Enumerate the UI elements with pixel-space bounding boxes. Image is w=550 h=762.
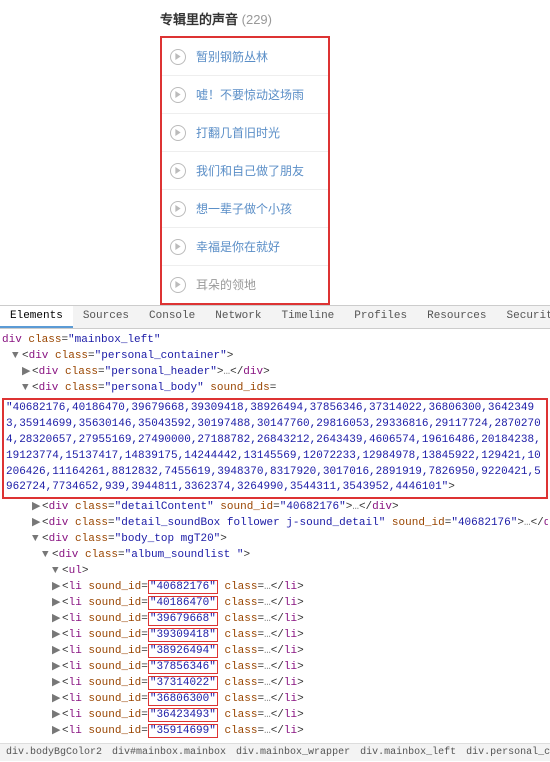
dom-node[interactable]: ▼<div class="personal_container">: [2, 349, 548, 365]
track-row[interactable]: 幸福是你在就好: [162, 228, 328, 266]
dom-node[interactable]: ▶<div class="detailContent" sound_id="40…: [2, 500, 548, 516]
track-row[interactable]: 嘘！不要惊动这场雨: [162, 76, 328, 114]
track-list-highlight: 暂别钢筋丛林 嘘！不要惊动这场雨 打翻几首旧时光 我们和自己做了朋友 想一辈子做…: [160, 36, 330, 305]
tab-console[interactable]: Console: [139, 306, 205, 328]
breadcrumb-item[interactable]: div.personal_container: [466, 747, 550, 758]
play-icon[interactable]: [170, 125, 186, 141]
section-count: (229): [242, 12, 272, 27]
sound-ids-value: "40682176,40186470,39679668,39309418,389…: [6, 402, 541, 494]
dom-node-li[interactable]: ▶<li sound_id="36423493" class=…</li>: [2, 708, 548, 724]
tab-timeline[interactable]: Timeline: [271, 306, 344, 328]
dom-node[interactable]: ▼<div class="album_soundlist ">: [2, 548, 548, 564]
tab-network[interactable]: Network: [205, 306, 271, 328]
track-title: 想一辈子做个小孩: [196, 200, 292, 217]
breadcrumb[interactable]: div.bodyBgColor2 div#mainbox.mainbox div…: [0, 743, 550, 761]
devtools-tabs: Elements Sources Console Network Timelin…: [0, 306, 550, 329]
play-icon[interactable]: [170, 277, 186, 293]
dom-node[interactable]: ▼<div class="body_top mgT20">: [2, 532, 548, 548]
dom-node-li[interactable]: ▶<li sound_id="35914699" class=…</li>: [2, 724, 548, 740]
play-icon[interactable]: [170, 201, 186, 217]
dom-tree[interactable]: div class="mainbox_left" ▼<div class="pe…: [0, 329, 550, 743]
track-row[interactable]: 打翻几首旧时光: [162, 114, 328, 152]
dom-node[interactable]: ▼<div class="personal_body" sound_ids=: [2, 381, 548, 397]
breadcrumb-item[interactable]: div#mainbox.mainbox: [112, 747, 226, 758]
dom-node-li[interactable]: ▶<li sound_id="37856346" class=…</li>: [2, 660, 548, 676]
dom-node[interactable]: ▶<div class="detail_soundBox follower j-…: [2, 516, 548, 532]
dom-node-li[interactable]: ▶<li sound_id="40682176" class=…</li>: [2, 580, 548, 596]
track-title: 幸福是你在就好: [196, 238, 280, 255]
tab-profiles[interactable]: Profiles: [344, 306, 417, 328]
tab-security[interactable]: Security: [497, 306, 550, 328]
section-title: 专辑里的声音: [160, 12, 238, 27]
dom-node-li[interactable]: ▶<li sound_id="39679668" class=…</li>: [2, 612, 548, 628]
play-icon[interactable]: [170, 163, 186, 179]
section-header: 专辑里的声音 (229): [0, 5, 550, 36]
play-icon[interactable]: [170, 87, 186, 103]
breadcrumb-item[interactable]: div.mainbox_wrapper: [236, 747, 350, 758]
track-row[interactable]: 想一辈子做个小孩: [162, 190, 328, 228]
track-row[interactable]: 我们和自己做了朋友: [162, 152, 328, 190]
track-title: 耳朵的领地: [196, 276, 256, 293]
dom-node[interactable]: ▼<ul>: [2, 564, 548, 580]
tab-elements[interactable]: Elements: [0, 306, 73, 328]
tab-resources[interactable]: Resources: [417, 306, 496, 328]
track-title: 打翻几首旧时光: [196, 124, 280, 141]
webpage-panel: 专辑里的声音 (229) 暂别钢筋丛林 嘘！不要惊动这场雨 打翻几首旧时光 我们…: [0, 0, 550, 305]
track-row-partial[interactable]: 耳朵的领地: [162, 266, 328, 303]
play-icon[interactable]: [170, 239, 186, 255]
sound-ids-highlight: "40682176,40186470,39679668,39309418,389…: [2, 398, 548, 500]
breadcrumb-item[interactable]: div.bodyBgColor2: [6, 747, 102, 758]
dom-node-li[interactable]: ▶<li sound_id="40186470" class=…</li>: [2, 596, 548, 612]
track-row[interactable]: 暂别钢筋丛林: [162, 38, 328, 76]
dom-node[interactable]: ▶<div class="personal_header">…</div>: [2, 365, 548, 381]
devtools-panel: Elements Sources Console Network Timelin…: [0, 305, 550, 761]
play-icon[interactable]: [170, 49, 186, 65]
track-title: 暂别钢筋丛林: [196, 48, 268, 65]
track-title: 我们和自己做了朋友: [196, 162, 304, 179]
track-list: 暂别钢筋丛林 嘘！不要惊动这场雨 打翻几首旧时光 我们和自己做了朋友 想一辈子做…: [162, 38, 328, 303]
breadcrumb-item[interactable]: div.mainbox_left: [360, 747, 456, 758]
dom-node-li[interactable]: ▶<li sound_id="39309418" class=…</li>: [2, 628, 548, 644]
dom-node[interactable]: div class="mainbox_left": [2, 333, 548, 349]
dom-node-li[interactable]: ▶<li sound_id="38926494" class=…</li>: [2, 644, 548, 660]
track-title: 嘘！不要惊动这场雨: [196, 86, 304, 103]
dom-node-li[interactable]: ▶<li sound_id="36806300" class=…</li>: [2, 692, 548, 708]
dom-node-li[interactable]: ▶<li sound_id="37314022" class=…</li>: [2, 676, 548, 692]
tab-sources[interactable]: Sources: [73, 306, 139, 328]
